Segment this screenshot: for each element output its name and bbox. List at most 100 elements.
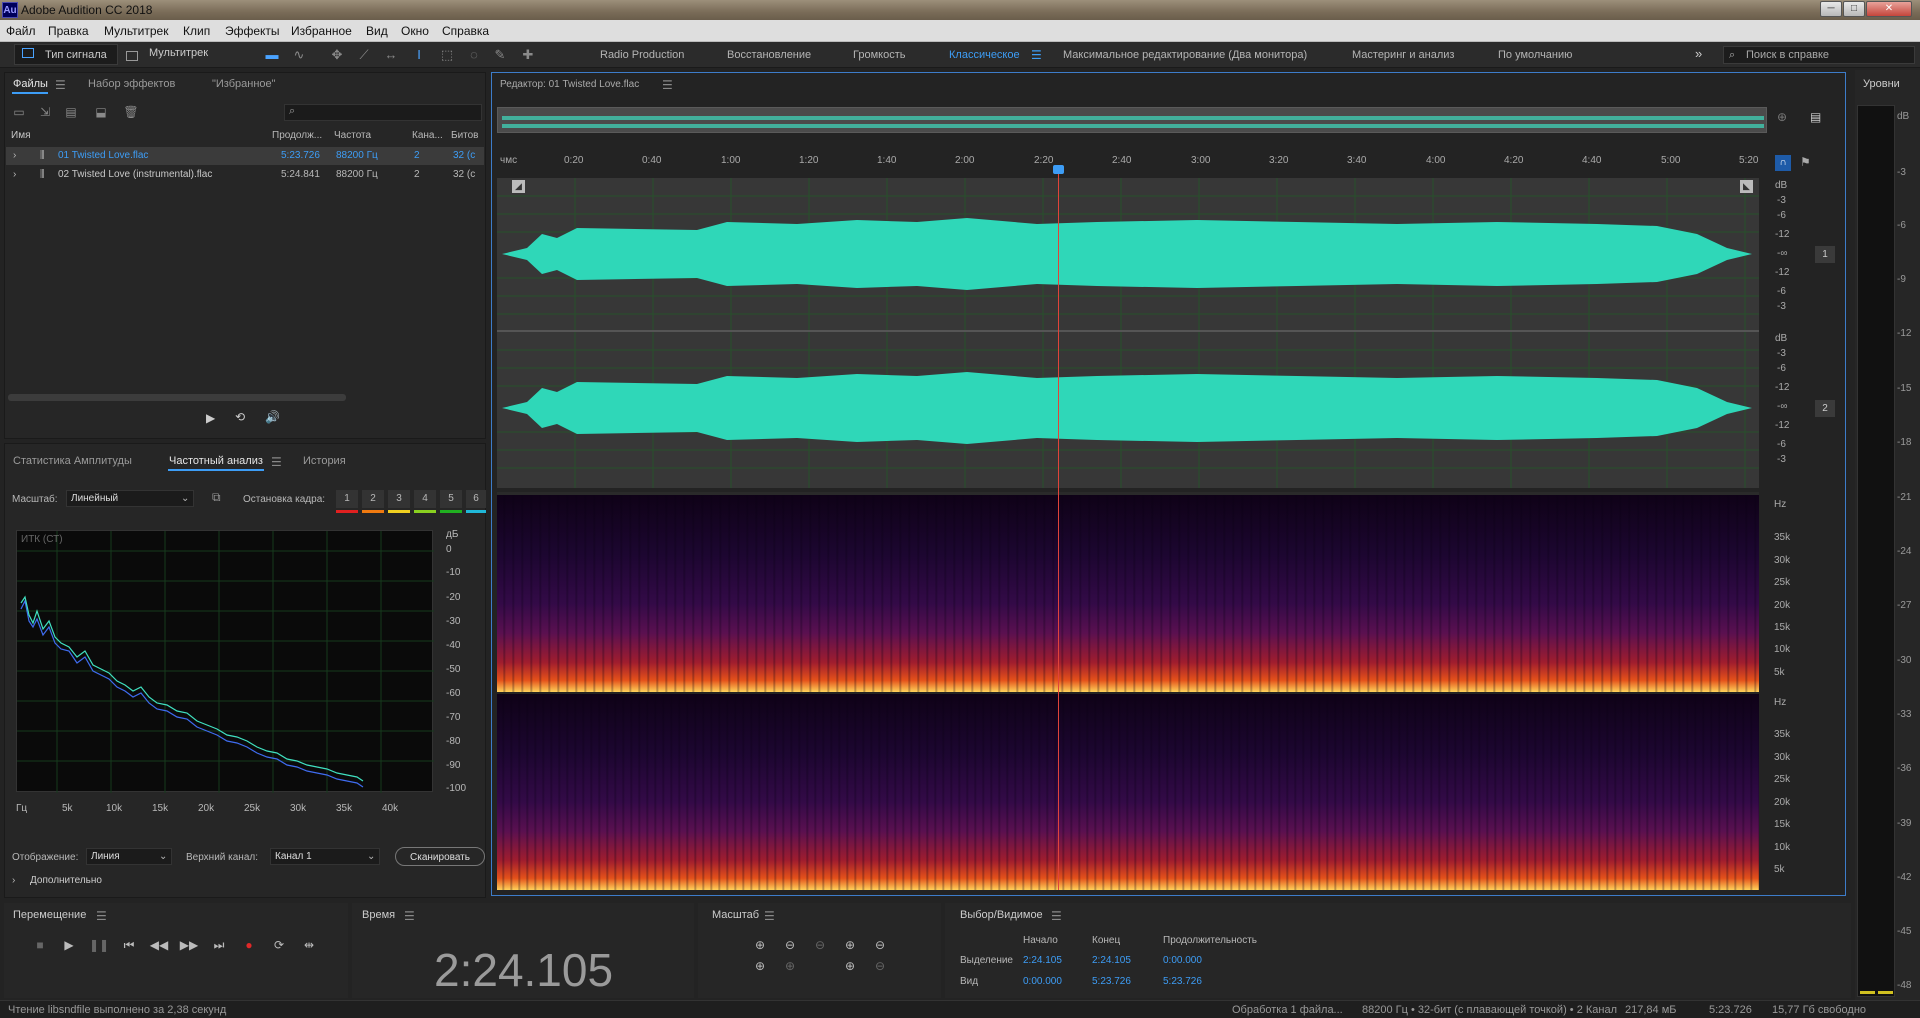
scan-button[interactable]: Сканировать <box>395 847 485 866</box>
play-preview-icon[interactable]: ▶ <box>206 411 215 425</box>
freeze-button-6[interactable]: 6 <box>466 490 486 508</box>
menu-help[interactable]: Справка <box>442 24 489 38</box>
import-file-icon[interactable]: ⇲ <box>36 103 54 121</box>
channel-1-badge[interactable]: 1 <box>1815 246 1835 263</box>
help-search-input[interactable]: ⌕ Поиск в справке <box>1723 46 1915 64</box>
zoom-left-edge-icon[interactable]: ⊕ <box>780 957 800 975</box>
rewind-icon[interactable]: ◀◀ <box>149 936 169 954</box>
stop-icon[interactable]: ■ <box>30 936 50 954</box>
col-bits[interactable]: Битов <box>451 130 479 141</box>
marker-icon[interactable]: ⚑ <box>1800 155 1811 169</box>
delete-icon[interactable]: 🗑 <box>122 103 140 121</box>
marquee-tool-icon[interactable]: ⬚ <box>438 46 456 64</box>
table-row[interactable]: › ⫼ 02 Twisted Love (instrumental).flac … <box>6 166 484 184</box>
copy-graph-icon[interactable]: ⧉ <box>212 490 221 505</box>
zoom-in-time-icon[interactable]: ⊕ <box>840 936 860 954</box>
tab-files[interactable]: Файлы <box>13 78 48 90</box>
expand-icon[interactable]: › <box>13 169 16 180</box>
go-to-end-icon[interactable]: ⏭ <box>209 936 229 954</box>
open-file-icon[interactable]: ▭ <box>10 103 28 121</box>
menu-view[interactable]: Вид <box>366 24 388 38</box>
workspace-loudness[interactable]: Громкость <box>853 49 905 61</box>
freeze-button-5[interactable]: 5 <box>440 490 462 508</box>
time-selection-tool-icon[interactable]: I <box>410 46 428 64</box>
loop-playback-icon[interactable]: ⟳ <box>269 936 289 954</box>
channel-2-badge[interactable]: 2 <box>1815 400 1835 417</box>
menu-favorites[interactable]: Избранное <box>291 24 352 38</box>
display-select[interactable]: Линия ⌄ <box>86 848 172 865</box>
razor-tool-icon[interactable]: ⟋ <box>355 46 373 64</box>
pitch-display-icon[interactable]: ∿ <box>290 46 308 64</box>
skip-selection-icon[interactable]: ⇹ <box>299 936 319 954</box>
zoom-reset-icon[interactable]: ⊖ <box>870 957 890 975</box>
zoom-menu-icon[interactable]: ☰ <box>764 909 775 923</box>
selection-start[interactable]: 2:24.105 <box>1023 955 1062 966</box>
zoom-selection-icon[interactable]: ⊕ <box>750 957 770 975</box>
selection-end[interactable]: 2:24.105 <box>1092 955 1131 966</box>
zoom-to-selection-icon[interactable]: ⊕ <box>1777 110 1787 124</box>
selection-menu-icon[interactable]: ☰ <box>1051 909 1062 923</box>
tab-multitrack[interactable]: Мультитрек <box>149 47 208 59</box>
freeze-button-2[interactable]: 2 <box>362 490 384 508</box>
workspace-max-editing[interactable]: Максимальное редактирование (Два монитор… <box>1063 49 1307 61</box>
insert-multitrack-icon[interactable]: ⬓ <box>92 103 110 121</box>
move-tool-icon[interactable]: ✥ <box>328 46 346 64</box>
tab-effects-rack[interactable]: Набор эффектов <box>88 78 175 90</box>
playhead-handle[interactable] <box>1053 165 1065 174</box>
zoom-out-amplitude-icon[interactable]: ⊖ <box>780 936 800 954</box>
splitter-handle[interactable] <box>497 492 1759 495</box>
more-workspaces-icon[interactable]: » <box>1695 46 1702 61</box>
freeze-button-1[interactable]: 1 <box>336 490 358 508</box>
lasso-tool-icon[interactable]: ◌ <box>465 46 483 64</box>
record-icon[interactable]: ● <box>239 936 259 954</box>
col-name[interactable]: Имя <box>11 130 30 141</box>
freeze-button-4[interactable]: 4 <box>414 490 436 508</box>
workspace-restoration[interactable]: Восстановление <box>727 49 811 61</box>
table-row[interactable]: › ⫼ 01 Twisted Love.flac 5:23.726 88200 … <box>6 147 484 165</box>
workspace-menu-icon[interactable]: ☰ <box>1031 48 1042 62</box>
spot-healing-icon[interactable]: ✚ <box>519 46 537 64</box>
autoplay-icon[interactable]: 🔊 <box>265 410 280 424</box>
menu-file[interactable]: Файл <box>6 24 36 38</box>
freeze-button-3[interactable]: 3 <box>388 490 410 508</box>
files-search-input[interactable]: ⌕ <box>284 104 482 121</box>
close-button[interactable]: ✕ <box>1866 1 1912 17</box>
tab-history[interactable]: История <box>303 455 346 467</box>
fast-forward-icon[interactable]: ▶▶ <box>179 936 199 954</box>
workspace-mastering[interactable]: Мастеринг и анализ <box>1352 49 1454 61</box>
zoom-in-amplitude-icon[interactable]: ⊕ <box>750 936 770 954</box>
brush-tool-icon[interactable]: ✎ <box>491 46 509 64</box>
zoom-right-edge-icon[interactable]: ⊕ <box>840 957 860 975</box>
view-start[interactable]: 0:00.000 <box>1023 976 1062 987</box>
current-time-display[interactable]: 2:24.105 <box>434 943 613 997</box>
menu-window[interactable]: Окно <box>401 24 429 38</box>
analysis-menu-icon[interactable]: ☰ <box>271 455 282 469</box>
minimize-button[interactable]: ─ <box>1820 1 1842 17</box>
snap-icon[interactable]: ∩ <box>1775 155 1791 171</box>
workspace-default[interactable]: По умолчанию <box>1498 49 1572 61</box>
tab-waveform[interactable]: Тип сигнала <box>14 44 118 65</box>
tab-frequency-analysis[interactable]: Частотный анализ <box>169 455 263 467</box>
maximize-button[interactable]: □ <box>1843 1 1865 17</box>
play-icon[interactable]: ▶ <box>59 936 79 954</box>
overview-bar[interactable] <box>497 107 1767 133</box>
zoom-out-time-icon[interactable]: ⊖ <box>870 936 890 954</box>
zoom-out-full-icon[interactable]: ⊖ <box>810 936 830 954</box>
channel-select[interactable]: Канал 1 ⌄ <box>270 848 380 865</box>
pause-icon[interactable]: ❚❚ <box>89 936 109 954</box>
files-menu-icon[interactable]: ☰ <box>55 78 66 92</box>
slip-tool-icon[interactable]: ↔ <box>382 46 400 64</box>
files-scrollbar[interactable] <box>8 394 346 401</box>
time-menu-icon[interactable]: ☰ <box>404 909 415 923</box>
panel-menu-icon[interactable]: ▤ <box>1810 110 1821 124</box>
expand-icon[interactable]: › <box>13 150 16 161</box>
tab-amplitude-stats[interactable]: Статистика Амплитуды <box>13 455 132 467</box>
col-rate[interactable]: Частота <box>334 130 371 141</box>
workspace-radio-production[interactable]: Radio Production <box>600 49 684 61</box>
fade-in-handle[interactable]: ◢ <box>512 180 525 193</box>
scale-select[interactable]: Линейный ⌄ <box>66 490 194 507</box>
frequency-graph[interactable]: ИТК (СТ) <box>16 530 434 793</box>
spectral-display-channel-1[interactable] <box>497 495 1759 692</box>
selection-duration[interactable]: 0:00.000 <box>1163 955 1202 966</box>
workspace-classic[interactable]: Классическое <box>949 49 1020 61</box>
